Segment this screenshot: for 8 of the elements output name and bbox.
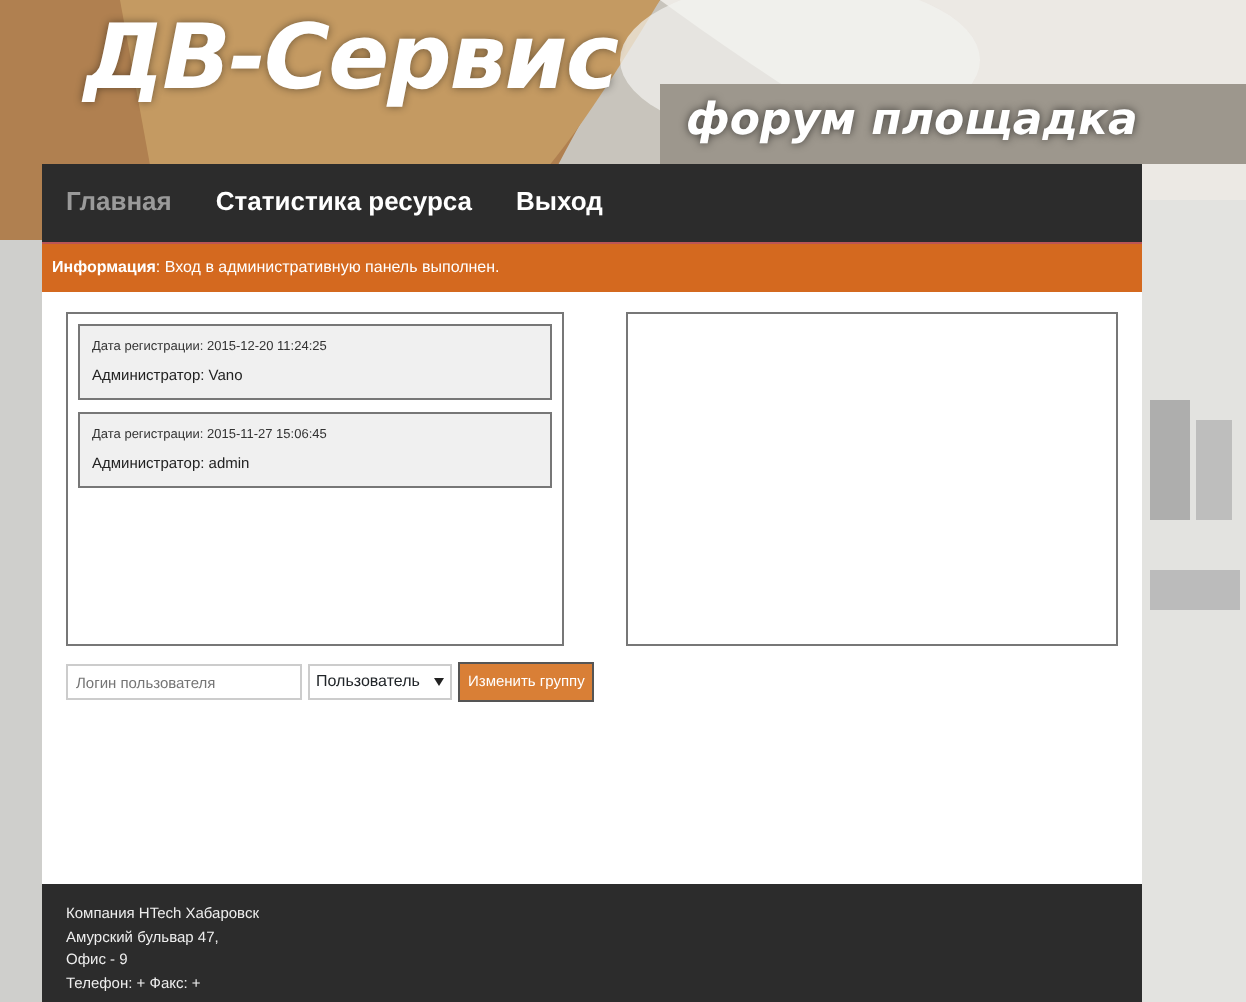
nav-link[interactable]: Выход xyxy=(516,178,603,225)
group-select[interactable]: Пользователь xyxy=(308,664,452,700)
site-subtitle: форум площадка xyxy=(686,96,1138,146)
site-title: ДВ-Сервис xyxy=(84,8,617,107)
nav-link[interactable]: Главная xyxy=(66,178,172,225)
caret-icon xyxy=(434,678,444,686)
nav-link[interactable]: Статистика ресурса xyxy=(215,178,473,225)
info-message: Информация: Вход в административную панель выполнен. xyxy=(42,242,1142,292)
